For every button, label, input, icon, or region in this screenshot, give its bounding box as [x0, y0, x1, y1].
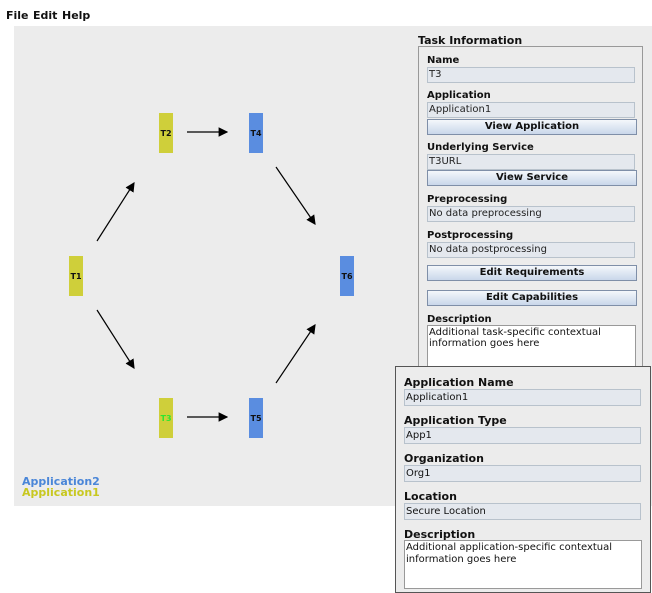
- application-info-popup: Application Name Application1 Applicatio…: [395, 366, 651, 593]
- view-application-button[interactable]: View Application: [427, 119, 637, 135]
- location-label: Location: [404, 490, 457, 503]
- organization-field[interactable]: Org1: [404, 465, 641, 482]
- description-textarea[interactable]: Additional task-specific contextual info…: [427, 325, 636, 369]
- edit-capabilities-button[interactable]: Edit Capabilities: [427, 290, 637, 306]
- menu-edit[interactable]: Edit: [33, 9, 57, 22]
- preprocessing-label: Preprocessing: [427, 194, 508, 205]
- legend-application1: Application1: [22, 486, 100, 499]
- service-field[interactable]: T3URL: [427, 154, 635, 170]
- menu-bar: File Edit Help: [0, 0, 652, 26]
- edge-t1-t2: [96, 181, 135, 242]
- location-field[interactable]: Secure Location: [404, 503, 641, 520]
- postprocessing-label: Postprocessing: [427, 230, 514, 241]
- node-t3[interactable]: T3: [159, 398, 173, 438]
- app-name-label: Application Name: [404, 376, 514, 389]
- description-label: Description: [427, 314, 492, 325]
- app-type-label: Application Type: [404, 414, 507, 427]
- app-description-textarea[interactable]: Additional application-specific contextu…: [404, 540, 642, 589]
- edge-t1-t3: [96, 309, 135, 370]
- node-t2[interactable]: T2: [159, 113, 173, 153]
- name-label: Name: [427, 55, 460, 66]
- view-service-button[interactable]: View Service: [427, 170, 637, 186]
- name-field[interactable]: T3: [427, 67, 635, 83]
- menu-help[interactable]: Help: [62, 9, 90, 22]
- edge-t5-t6: [275, 324, 316, 384]
- application-field[interactable]: Application1: [427, 102, 635, 118]
- node-t6[interactable]: T6: [340, 256, 354, 296]
- application-label: Application: [427, 90, 491, 101]
- node-t1[interactable]: T1: [69, 256, 83, 296]
- app-type-field[interactable]: App1: [404, 427, 641, 444]
- node-t4[interactable]: T4: [249, 113, 263, 153]
- workflow-canvas[interactable]: T1 T2 T3 T4 T5 T6 Application2 Applicati…: [14, 26, 412, 506]
- organization-label: Organization: [404, 452, 484, 465]
- app-name-field[interactable]: Application1: [404, 389, 641, 406]
- postprocessing-field[interactable]: No data postprocessing: [427, 242, 635, 258]
- edit-requirements-button[interactable]: Edit Requirements: [427, 265, 637, 281]
- preprocessing-field[interactable]: No data preprocessing: [427, 206, 635, 222]
- edge-t4-t6: [275, 166, 316, 225]
- service-label: Underlying Service: [427, 142, 534, 153]
- menu-file[interactable]: File: [6, 9, 29, 22]
- node-t5[interactable]: T5: [249, 398, 263, 438]
